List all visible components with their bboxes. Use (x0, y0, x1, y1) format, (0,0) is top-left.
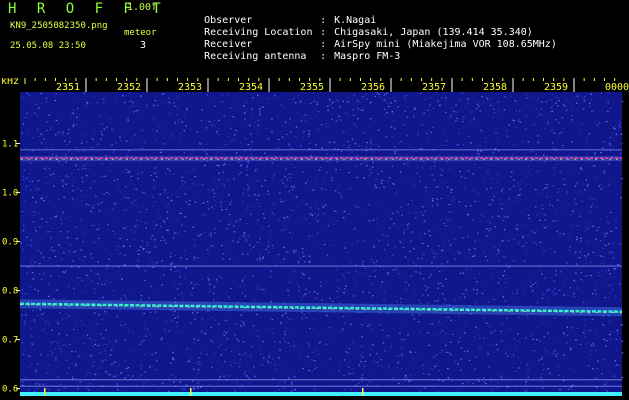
x-tick-label: 2355 (300, 82, 324, 93)
y-tick-label: 0.7 (2, 336, 18, 346)
y-tick-label: 0.8 (2, 287, 18, 297)
baseline-strip (20, 392, 622, 396)
y-tick-label: 0.9 (2, 238, 18, 248)
version-label: 1.00f (127, 2, 158, 13)
datetime-label: 25.05.08 23:50 (10, 41, 86, 51)
info-row-antenna: Receiving antenna: Maspro FM-3 (180, 40, 400, 73)
header-panel: H R O F F T 1.00f KN9_2505082350.png met… (0, 0, 629, 78)
y-tick-label: 1.0 (2, 189, 18, 199)
x-tick-label: 2352 (117, 82, 141, 93)
info-value: Maspro FM-3 (334, 51, 401, 62)
meteor-count: 3 (140, 40, 147, 51)
y-tick-label: 1.1 (2, 139, 18, 149)
info-colon: : (320, 51, 327, 62)
spectrogram-panel: kHz 1.1 1.0 0.9 0.8 0.7 0.6 2351 2352 2353 2354 235… (0, 78, 629, 400)
meteor-marker (362, 388, 364, 396)
x-tick-label: 0000 (605, 82, 629, 93)
x-tick-label: 2357 (422, 82, 446, 93)
meteor-marker (190, 388, 192, 396)
meteor-label: meteor (124, 28, 157, 38)
meteor-marker (44, 388, 46, 396)
y-axis-label: kHz (1, 78, 19, 87)
x-tick-label: 2354 (239, 82, 263, 93)
x-tick-label: 2356 (361, 82, 385, 93)
x-tick-label: 2351 (56, 82, 80, 93)
x-tick-label: 2358 (483, 82, 507, 93)
y-tick-label: 0.6 (2, 385, 18, 395)
x-tick-label: 2359 (544, 82, 568, 93)
spectrogram: kHz 1.1 1.0 0.9 0.8 0.7 0.6 2351 2352 2353 2354 235… (0, 78, 629, 400)
x-tick-label: 2353 (178, 82, 202, 93)
info-label: Receiving antenna (204, 51, 307, 62)
filename-label: KN9_2505082350.png (10, 21, 108, 31)
plot-background (20, 92, 622, 396)
